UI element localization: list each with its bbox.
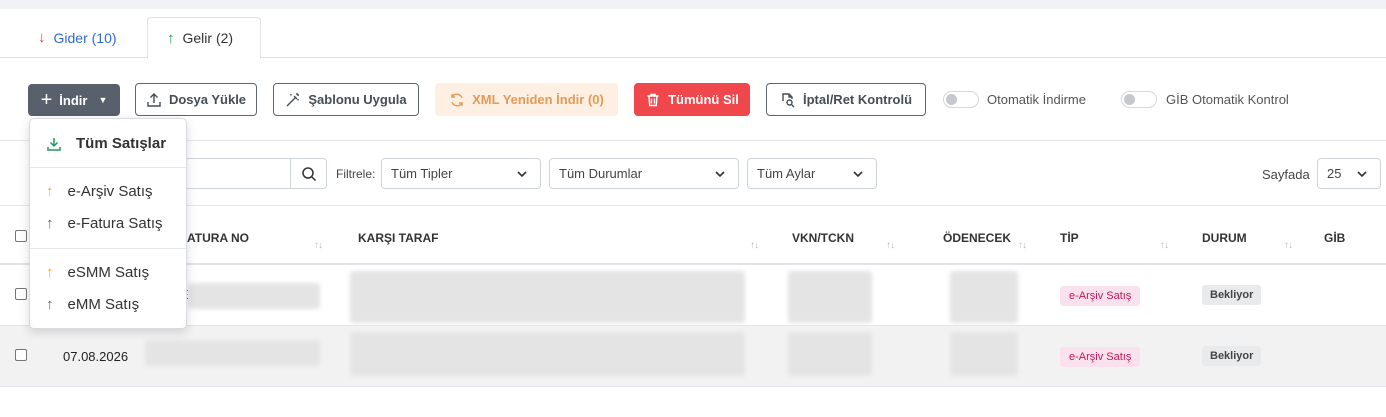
menu-item-e-fatura-satis[interactable]: ↑ e-Fatura Satış [46, 215, 163, 232]
ay-select-value: Tüm Aylar [757, 166, 816, 181]
tab-gider-label: Gider (10) [53, 29, 117, 46]
menu-item-e-arsiv-satis[interactable]: ↑ e-Arşiv Satış [46, 183, 153, 200]
tip-badge: e-Arşiv Satış [1060, 286, 1141, 306]
download-icon [47, 137, 61, 151]
th-durum[interactable]: DURUM [1202, 231, 1247, 245]
tip-badge: e-Arşiv Satış [1060, 347, 1141, 367]
arrow-up-icon: ↑ [46, 183, 54, 200]
menu-divider [30, 167, 186, 168]
th-odenecek[interactable]: ÖDENECEK [943, 231, 1011, 245]
th-vkn[interactable]: VKN/TCKN [792, 231, 854, 245]
tab-gider[interactable]: ↓ Gider (10) [24, 17, 131, 58]
search-icon [301, 166, 316, 181]
menu-item-label: e-Arşiv Satış [67, 183, 153, 200]
arrow-up-icon: ↑ [167, 29, 175, 47]
redacted-vkn [788, 332, 872, 376]
chevron-down-icon [517, 170, 527, 177]
tip-select-value: Tüm Tipler [391, 166, 453, 181]
sort-icon[interactable]: ↑↓ [1284, 240, 1293, 251]
tumunu-sil-label: Tümünü Sil [668, 92, 739, 107]
sort-icon[interactable]: ↑↓ [1018, 240, 1027, 251]
iptal-ret-kontrolu-label: İptal/Ret Kontrolü [802, 92, 913, 107]
sablonu-uygula-label: Şablonu Uygula [308, 92, 407, 107]
status-badge: Bekliyor [1202, 285, 1262, 305]
table-header: ATURA NO ↑↓ KARŞI TARAF ↑↓ VKN/TCKN ↑↓ Ö… [0, 206, 1386, 265]
tumunu-sil-button[interactable]: Tümünü Sil [634, 83, 750, 116]
indir-dropdown-button[interactable]: + İndir ▼ [28, 84, 120, 116]
sort-icon[interactable]: ↑↓ [886, 240, 895, 251]
redacted-fatura-no [145, 340, 320, 366]
durum-select-value: Tüm Durumlar [559, 166, 643, 181]
arrow-down-icon: ↓ [38, 29, 46, 46]
date-cell: 07.08.2026 [63, 349, 129, 364]
otomatik-indirme-toggle[interactable] [943, 91, 979, 108]
sort-icon[interactable]: ↑↓ [1160, 240, 1169, 251]
indir-label: İndir [59, 92, 88, 108]
th-tip[interactable]: TİP [1060, 231, 1079, 245]
arrow-up-icon: ↑ [46, 264, 54, 281]
xml-yeniden-indir-button[interactable]: XML Yeniden İndir (0) [435, 83, 618, 116]
refresh-icon [451, 93, 463, 106]
menu-item-label: eMM Satış [67, 296, 140, 313]
top-strip [0, 0, 1386, 9]
sayfada-label: Sayfada [1262, 167, 1310, 182]
dosya-yukle-label: Dosya Yükle [168, 92, 247, 107]
chevron-down-icon [715, 170, 725, 177]
redacted-odenecek [950, 271, 1018, 323]
gib-otomatik-kontrol-toggle[interactable] [1121, 91, 1157, 108]
th-karsi-taraf[interactable]: KARŞI TARAF [358, 231, 438, 245]
table-row[interactable]: E e-Arşiv Satış Bekliyor [0, 265, 1386, 326]
sort-icon[interactable]: ↑↓ [750, 240, 759, 251]
arrow-up-icon: ↑ [46, 296, 54, 313]
redacted-karsi-taraf [350, 271, 745, 323]
row-checkbox[interactable] [15, 288, 27, 300]
status-badge: Bekliyor [1202, 346, 1262, 366]
menu-item-tum-satislar[interactable]: Tüm Satışlar [46, 135, 166, 152]
indir-dropdown-menu: Tüm Satışlar ↑ e-Arşiv Satış ↑ e-Fatura … [29, 118, 187, 329]
dosya-yukle-button[interactable]: Dosya Yükle [135, 83, 257, 116]
document-search-icon [782, 92, 795, 107]
th-gib[interactable]: GİB [1324, 231, 1345, 245]
filter-label: Filtrele: [336, 167, 376, 181]
arrow-up-icon: ↑ [46, 215, 54, 232]
menu-item-esmm-satis[interactable]: ↑ eSMM Satış [46, 264, 149, 281]
magic-wand-icon [286, 92, 300, 106]
plus-icon: + [40, 89, 53, 111]
trash-icon [647, 93, 659, 106]
chevron-down-icon [853, 170, 863, 177]
sort-icon[interactable]: ↑↓ [314, 240, 323, 251]
redacted-fatura-no [188, 283, 320, 309]
caret-down-icon: ▼ [98, 95, 108, 105]
tip-select[interactable]: Tüm Tipler [381, 158, 541, 189]
menu-item-emm-satis[interactable]: ↑ eMM Satış [46, 296, 139, 313]
search-button[interactable] [290, 159, 326, 188]
durum-select[interactable]: Tüm Durumlar [549, 158, 739, 189]
redacted-odenecek [950, 332, 1018, 376]
filter-bar: Filtrele: Tüm Tipler Tüm Durumlar Tüm Ay… [0, 142, 1386, 206]
tab-gelir-label: Gelir (2) [182, 30, 234, 46]
tab-gelir[interactable]: ↑ Gelir (2) [147, 17, 261, 59]
tab-bar: ↓ Gider (10) ↑ Gelir (2) [0, 9, 1386, 59]
menu-divider [30, 248, 186, 249]
page-size-value: 25 [1327, 166, 1342, 181]
row-checkbox[interactable] [15, 349, 27, 361]
redacted-vkn [788, 271, 872, 323]
gib-otomatik-kontrol-label: GİB Otomatik Kontrol [1166, 92, 1289, 107]
iptal-ret-kontrolu-button[interactable]: İptal/Ret Kontrolü [766, 83, 926, 116]
page-size-select[interactable]: 25 [1317, 158, 1381, 189]
toolbar: + İndir ▼ Dosya Yükle Şablonu Uygula XML… [0, 58, 1386, 141]
menu-item-label: e-Fatura Satış [67, 215, 163, 232]
otomatik-indirme-label: Otomatik İndirme [987, 92, 1086, 107]
menu-item-label: Tüm Satışlar [76, 135, 167, 152]
redacted-karsi-taraf [350, 332, 745, 376]
table-row[interactable]: 07.08.2026 e-Arşiv Satış Bekliyor [0, 326, 1386, 387]
th-fatura-no[interactable]: ATURA NO [187, 231, 249, 245]
menu-item-label: eSMM Satış [67, 264, 150, 281]
chevron-down-icon [1357, 170, 1367, 177]
ay-select[interactable]: Tüm Aylar [747, 158, 877, 189]
xml-yeniden-indir-label: XML Yeniden İndir (0) [472, 92, 604, 107]
select-all-checkbox[interactable] [15, 230, 27, 242]
sablonu-uygula-button[interactable]: Şablonu Uygula [273, 83, 419, 116]
upload-icon [147, 92, 161, 107]
